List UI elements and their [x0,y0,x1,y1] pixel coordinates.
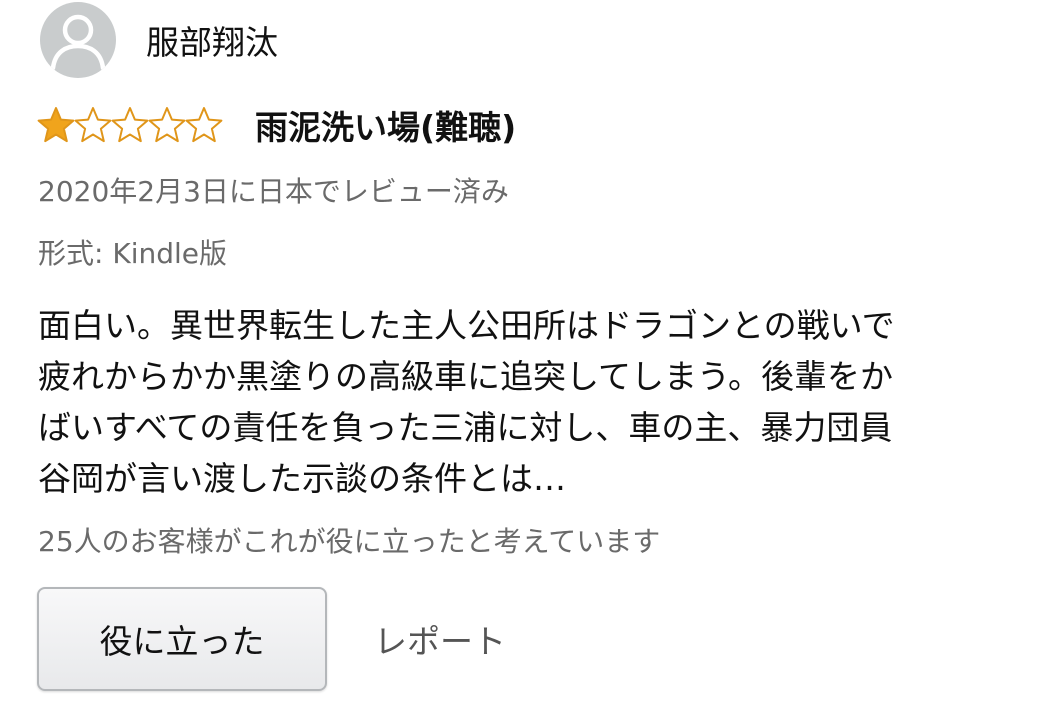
helpful-button[interactable]: 役に立った [37,587,327,691]
star-filled-icon [37,107,75,143]
star-empty-icon [74,107,112,143]
star-empty-icon [111,107,149,143]
star-empty-icon [185,107,223,143]
helpful-count: 25人のお客様がこれが役に立ったと考えています [38,525,661,558]
person-silhouette-icon [50,14,106,71]
review-card: 服部翔汰 雨泥洗い場(難聴) 2020年2月3日に日本でレビュー済み 形式: K… [0,0,1063,724]
review-body-line: 谷岡が言い渡した示談の条件とは… [38,459,566,498]
review-date: 2020年2月3日に日本でレビュー済み [38,175,509,208]
star-empty-icon [148,107,186,143]
format-label: 形式: Kindle版 [38,237,228,270]
reviewer-name[interactable]: 服部翔汰 [146,16,278,64]
review-body: 面白い。異世界転生した主人公田所はドラゴンとの戦いで 疲れからかか黒塗りの高級車… [38,300,1048,504]
star-rating[interactable] [36,105,223,145]
avatar[interactable] [40,2,116,78]
review-body-line: 面白い。異世界転生した主人公田所はドラゴンとの戦いで [38,306,895,345]
review-title[interactable]: 雨泥洗い場(難聴) [255,101,516,149]
review-body-line: ばいすべての責任を負った三浦に対し、車の主、暴力団員 [38,408,893,447]
review-body-line: 疲れからかか黒塗りの高級車に追突してしまう。後輩をか [38,357,894,396]
rating-row: 雨泥洗い場(難聴) [36,100,516,150]
reviewer-profile[interactable]: 服部翔汰 [40,0,278,80]
report-link[interactable]: レポート [374,615,506,663]
